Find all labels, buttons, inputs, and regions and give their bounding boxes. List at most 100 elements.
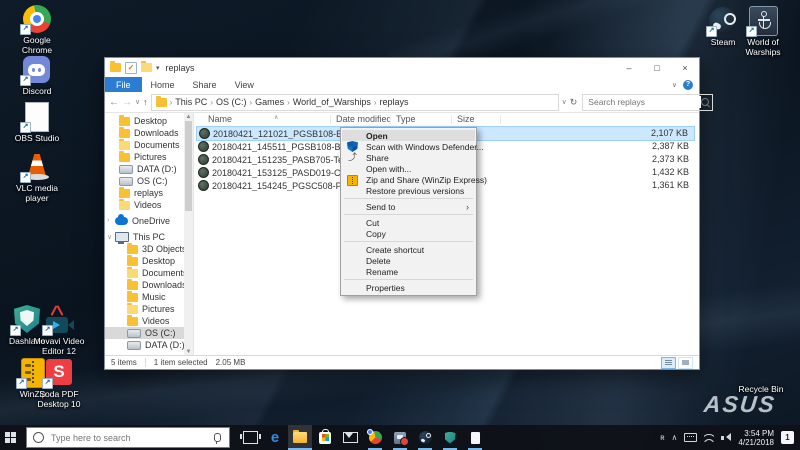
nav-item-onedrive[interactable]: ›OneDrive — [105, 215, 193, 227]
nav-item-data-d-quick[interactable]: DATA (D:) — [105, 163, 193, 175]
nav-item-pictures[interactable]: Pictures — [105, 303, 193, 315]
volume-icon[interactable] — [721, 433, 731, 442]
taskbar-obs[interactable] — [463, 425, 487, 450]
microphone-icon[interactable] — [214, 433, 221, 442]
context-menu-item-open[interactable]: Open — [342, 130, 475, 141]
breadcrumb-os-c[interactable]: OS (C:) — [216, 97, 247, 107]
address-dropdown-icon[interactable]: ∨ — [562, 98, 567, 106]
nav-item-videos-quick[interactable]: Videos — [105, 199, 193, 211]
history-dropdown-icon[interactable]: ∨ — [135, 98, 140, 106]
nav-item-downloads[interactable]: Downloads — [105, 279, 193, 291]
qat-properties-icon[interactable]: ✓ — [125, 62, 137, 74]
nav-item-this-pc[interactable]: ∨This PC — [105, 231, 193, 243]
context-menu-item-share[interactable]: ⤴Share — [342, 152, 475, 163]
taskbar-steam[interactable] — [413, 425, 437, 450]
column-divider[interactable] — [330, 115, 331, 124]
taskbar-edge[interactable]: e — [263, 425, 287, 450]
nav-item-os-c-quick[interactable]: OS (C:) — [105, 175, 193, 187]
desktop-icon-soda-pdf[interactable]: S↗ Soda PDF Desktop 10 — [34, 358, 84, 409]
column-header-size[interactable]: Size — [457, 114, 475, 124]
explorer-search-input[interactable] — [586, 96, 701, 108]
column-divider[interactable] — [451, 115, 452, 124]
nav-item-desktop-quick[interactable]: Desktop — [105, 115, 193, 127]
breadcrumb-this-pc[interactable]: This PC — [175, 97, 207, 107]
desktop-icon-vlc[interactable]: ↗ VLC media player — [11, 152, 63, 203]
taskbar-mail[interactable] — [338, 425, 362, 450]
scrollbar-thumb[interactable] — [185, 121, 192, 211]
nav-item-3d-objects[interactable]: 3D Objects — [105, 243, 193, 255]
network-icon[interactable] — [704, 434, 714, 442]
minimize-button[interactable]: – — [615, 58, 643, 77]
refresh-icon[interactable]: ↻ — [570, 97, 578, 108]
nav-item-replays-quick[interactable]: replays — [105, 187, 193, 199]
nav-item-documents-quick[interactable]: Documents — [105, 139, 193, 151]
scroll-up-icon[interactable]: ▲ — [184, 113, 193, 121]
column-divider[interactable] — [390, 115, 391, 124]
maximize-button[interactable]: □ — [643, 58, 671, 77]
forward-icon[interactable]: → — [122, 97, 132, 108]
chevron-right-icon[interactable]: › — [107, 217, 109, 224]
tab-view[interactable]: View — [226, 77, 263, 92]
taskbar-recorder-app[interactable] — [388, 425, 412, 450]
desktop-icon-discord[interactable]: ↗ Discord — [11, 55, 63, 97]
context-menu-item-scan-defender[interactable]: Scan with Windows Defender... — [342, 141, 475, 152]
nav-item-os-c[interactable]: OS (C:) — [105, 327, 193, 339]
action-center-icon[interactable]: 1 — [781, 431, 794, 444]
large-icons-view-button[interactable] — [678, 357, 693, 369]
tab-file[interactable]: File — [105, 77, 142, 92]
context-menu-item-rename[interactable]: Rename — [342, 266, 475, 277]
qat-dropdown-icon[interactable]: ▾ — [156, 64, 160, 72]
nav-item-pictures-quick[interactable]: Pictures — [105, 151, 193, 163]
title-bar[interactable]: ✓ ▾ replays – □ × — [105, 58, 699, 77]
context-menu-item-delete[interactable]: Delete — [342, 255, 475, 266]
context-menu-item-cut[interactable]: Cut — [342, 217, 475, 228]
nav-scrollbar[interactable]: ▲ ▼ — [184, 113, 193, 356]
context-menu-item-restore-previous-versions[interactable]: Restore previous versions — [342, 185, 475, 196]
breadcrumb-replays[interactable]: replays — [380, 97, 409, 107]
desktop-icon-movavi[interactable]: ↗ Movavi Video Editor 12 — [32, 305, 86, 356]
context-menu-item-zip-and-share[interactable]: Zip and Share (WinZip Express) — [342, 174, 475, 185]
desktop-icon-recycle-bin[interactable]: ♺ Recycle Bin — [733, 355, 789, 395]
context-menu-item-copy[interactable]: Copy — [342, 228, 475, 239]
context-menu-item-properties[interactable]: Properties — [342, 282, 475, 293]
taskbar-file-explorer[interactable] — [288, 425, 312, 450]
column-divider[interactable] — [500, 115, 501, 124]
explorer-search[interactable] — [582, 94, 713, 111]
nav-item-music[interactable]: Music — [105, 291, 193, 303]
taskbar-clock[interactable]: 3:54 PM 4/21/2018 — [738, 429, 774, 447]
tab-share[interactable]: Share — [184, 77, 226, 92]
up-icon[interactable]: ↑ — [143, 97, 148, 107]
desktop-icon-obs-studio[interactable]: ↗ OBS Studio — [11, 102, 63, 144]
breadcrumb-world-of-warships[interactable]: World_of_Warships — [293, 97, 371, 107]
tray-chevron-up-icon[interactable]: ∧ — [672, 433, 678, 442]
nav-item-data-d[interactable]: DATA (D:) — [105, 339, 193, 351]
back-icon[interactable]: ← — [109, 97, 119, 108]
keyboard-tray-icon[interactable] — [684, 433, 697, 442]
context-menu-item-open-with[interactable]: Open with... — [342, 163, 475, 174]
taskbar-chrome[interactable] — [363, 425, 387, 450]
desktop-icon-google-chrome[interactable]: ↗ Google Chrome — [11, 4, 63, 55]
qat-new-folder-icon[interactable] — [141, 63, 152, 72]
nav-item-documents[interactable]: Documents — [105, 267, 193, 279]
column-header-type[interactable]: Type — [396, 114, 416, 124]
taskbar-search-input[interactable] — [49, 432, 209, 444]
tab-home[interactable]: Home — [142, 77, 184, 92]
column-header-name[interactable]: Name — [208, 114, 232, 124]
nav-item-desktop[interactable]: Desktop — [105, 255, 193, 267]
details-view-button[interactable] — [661, 357, 676, 369]
tray-app-icon[interactable]: ʀ — [660, 433, 664, 442]
nav-item-downloads-quick[interactable]: Downloads — [105, 127, 193, 139]
task-view-button[interactable] — [238, 425, 262, 450]
context-menu-item-create-shortcut[interactable]: Create shortcut — [342, 244, 475, 255]
chevron-down-icon[interactable]: ∨ — [107, 233, 112, 241]
breadcrumb[interactable]: › This PC › OS (C:) › Games › World_of_W… — [151, 94, 559, 111]
desktop-icon-world-of-warships[interactable]: ↗ World of Warships — [738, 6, 788, 57]
breadcrumb-games[interactable]: Games — [255, 97, 284, 107]
start-button[interactable] — [0, 425, 26, 450]
help-icon[interactable]: ? — [683, 80, 693, 90]
taskbar-store[interactable] — [313, 425, 337, 450]
taskbar-dashlane[interactable] — [438, 425, 462, 450]
nav-item-videos[interactable]: Videos — [105, 315, 193, 327]
taskbar-search[interactable] — [26, 427, 230, 448]
close-button[interactable]: × — [671, 58, 699, 77]
